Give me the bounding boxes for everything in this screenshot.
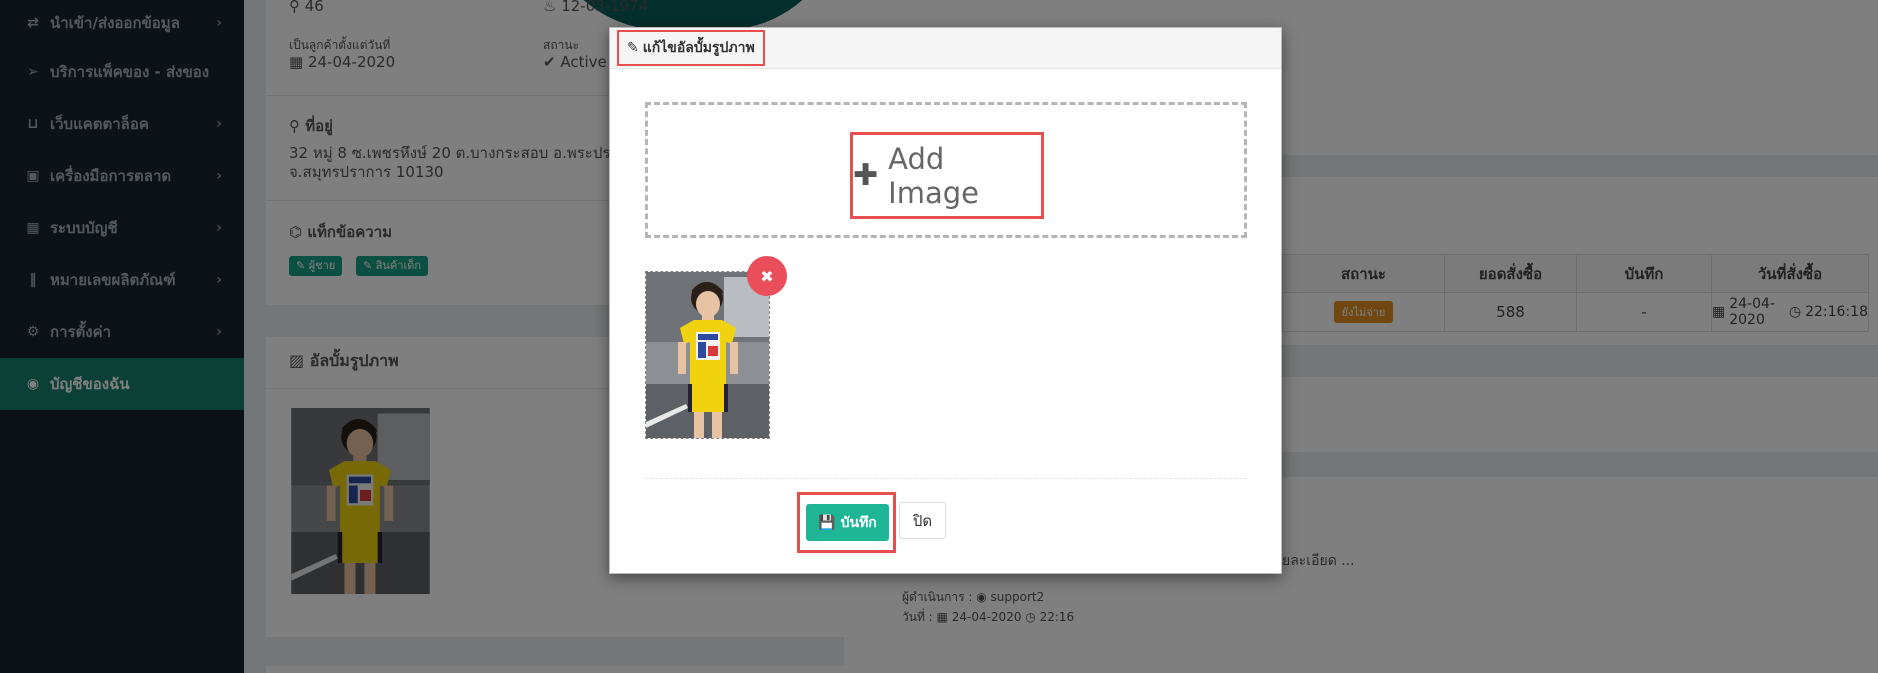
save-button-highlight: 💾 บันทึก	[797, 492, 896, 553]
edit-album-modal: ✎ แก้ไขอัลบั้มรูปภาพ ✚ Add Image ✖ 💾 บัน…	[609, 27, 1282, 574]
add-image-button[interactable]: ✚ Add Image	[850, 132, 1044, 219]
album-image-thumbnail[interactable]	[645, 271, 770, 439]
boy-photo-image	[646, 272, 769, 438]
pencil-icon: ✎	[627, 40, 639, 56]
save-label: บันทึก	[840, 514, 877, 531]
close-icon: ✖	[760, 266, 774, 286]
plus-icon: ✚	[853, 158, 879, 193]
image-dropzone[interactable]: ✚ Add Image	[645, 102, 1247, 238]
close-button[interactable]: ปิด	[899, 502, 946, 539]
floppy-disk-icon: 💾	[818, 514, 836, 531]
modal-title-text: แก้ไขอัลบั้มรูปภาพ	[642, 40, 755, 56]
modal-title: ✎ แก้ไขอัลบั้มรูปภาพ	[617, 30, 765, 66]
modal-divider	[645, 478, 1247, 479]
modal-header: ✎ แก้ไขอัลบั้มรูปภาพ	[610, 28, 1281, 69]
save-button[interactable]: 💾 บันทึก	[806, 504, 889, 541]
add-image-label: Add Image	[888, 141, 979, 210]
remove-image-button[interactable]: ✖	[747, 256, 787, 296]
